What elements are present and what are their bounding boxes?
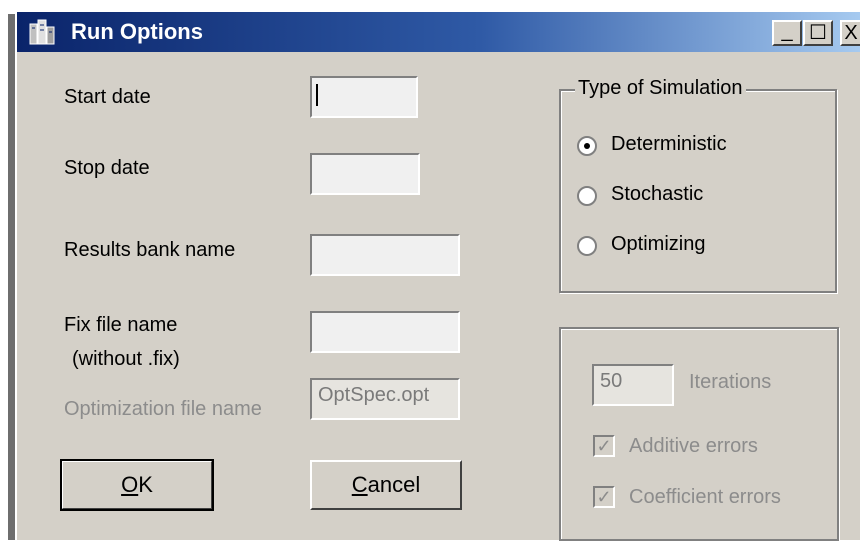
minimize-button[interactable]: _ [772, 20, 802, 46]
run-options-dialog: Run Options _ ☐ X Start date Stop date R… [15, 10, 860, 541]
title-bar[interactable]: Run Options _ ☐ X [17, 12, 860, 52]
maximize-button[interactable]: ☐ [803, 20, 833, 46]
additive-errors-checkbox: ✓ [593, 435, 615, 457]
checkmark-icon: ✓ [596, 436, 612, 456]
optimization-file-input: OptSpec.opt [310, 378, 460, 420]
radio-optimizing-label: Optimizing [611, 233, 706, 255]
start-date-input[interactable] [310, 76, 418, 118]
iterations-input: 50 [592, 364, 674, 406]
close-icon: X [844, 22, 858, 44]
stochastic-options-group: 50 Iterations ✓ Additive errors ✓ Coeffi… [559, 327, 839, 541]
cancel-button[interactable]: Cancel [310, 460, 462, 510]
window-title: Run Options [71, 19, 203, 44]
results-bank-label: Results bank name [64, 239, 236, 261]
radio-optimizing[interactable]: Optimizing [577, 233, 817, 261]
radio-deterministic[interactable]: Deterministic [577, 133, 817, 161]
radio-stochastic-button[interactable] [577, 186, 597, 206]
radio-optimizing-button[interactable] [577, 236, 597, 256]
start-date-label: Start date [64, 86, 151, 108]
optimization-file-label: Optimization file name [64, 398, 262, 420]
app-icon [29, 19, 55, 45]
radio-stochastic-label: Stochastic [611, 183, 704, 205]
fix-file-input[interactable] [310, 311, 460, 353]
radio-deterministic-label: Deterministic [611, 133, 727, 155]
simulation-type-group: Type of Simulation Deterministic Stochas… [559, 77, 837, 293]
checkmark-icon: ✓ [596, 487, 612, 507]
ok-button[interactable]: OK [60, 459, 214, 511]
stop-date-label: Stop date [64, 157, 150, 179]
radio-deterministic-button[interactable] [577, 136, 597, 156]
cancel-button-label: Cancel [351, 472, 421, 497]
minimize-icon: _ [781, 20, 793, 42]
stop-date-input[interactable] [310, 153, 420, 195]
iterations-label: Iterations [689, 371, 772, 393]
ok-button-label: OK [121, 472, 153, 497]
maximize-icon: ☐ [809, 22, 827, 44]
simulation-type-title: Type of Simulation [575, 77, 746, 100]
coefficient-errors-checkbox: ✓ [593, 486, 615, 508]
fix-file-label: Fix file name [64, 314, 178, 336]
radio-stochastic[interactable]: Stochastic [577, 183, 817, 211]
fix-file-sublabel: (without .fix) [72, 348, 180, 370]
coefficient-errors-label: Coefficient errors [629, 486, 781, 508]
additive-errors-label: Additive errors [629, 435, 758, 457]
close-button[interactable]: X [840, 20, 860, 46]
results-bank-input[interactable] [310, 234, 460, 276]
